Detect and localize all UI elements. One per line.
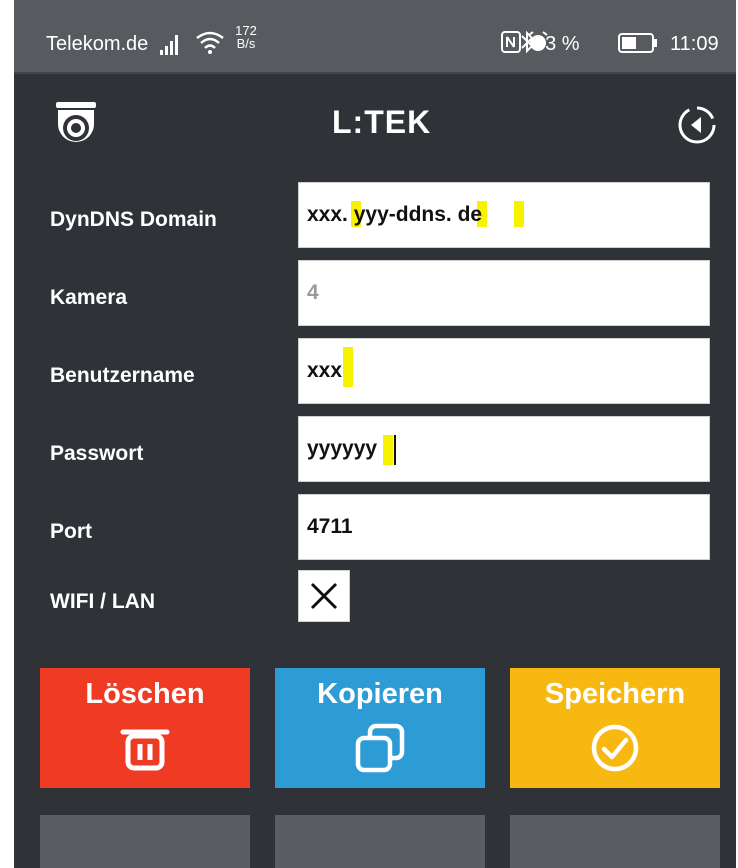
passwort-value: yyyyyy — [307, 437, 378, 460]
signal-icon — [160, 35, 178, 55]
bluetooth-icon — [521, 30, 534, 54]
text-cursor — [394, 435, 396, 465]
dyndns-domain-input[interactable]: xxx. yyy-ddns. de — [298, 182, 710, 248]
highlight-mark — [514, 201, 524, 227]
benutzername-label: Benutzername — [50, 364, 195, 387]
kopieren-button[interactable]: Kopieren — [275, 668, 485, 788]
speed-unit: B/s — [236, 36, 256, 51]
dyndns-domain-value: xxx. yyy-ddns. de — [307, 203, 483, 226]
port-input[interactable]: 4711 — [298, 494, 710, 560]
loeschen-button[interactable]: Löschen — [40, 668, 250, 788]
battery-icon — [618, 33, 657, 53]
bottom-button-2[interactable] — [275, 815, 485, 868]
copy-icon — [355, 723, 405, 773]
speichern-label: Speichern — [544, 678, 686, 710]
phone-screen: Telekom.de 172 B/s 43 % 11:09 L:TEK DynD… — [14, 0, 736, 868]
loeschen-label: Löschen — [85, 678, 205, 710]
status-bar: Telekom.de 172 B/s 43 % 11:09 — [14, 0, 736, 74]
camera-icon[interactable] — [50, 100, 102, 152]
kamera-label: Kamera — [50, 286, 128, 309]
check-circle-icon — [591, 724, 639, 772]
kamera-value: 4 — [307, 281, 319, 304]
dyndns-domain-label: DynDNS Domain — [50, 208, 217, 231]
wifi-lan-checkbox[interactable] — [298, 570, 350, 622]
wifi-icon — [196, 31, 224, 54]
checked-x-icon — [310, 582, 338, 610]
port-value: 4711 — [307, 515, 353, 538]
bottom-button-1[interactable] — [40, 815, 250, 868]
battery-percent: 43 % — [534, 33, 580, 55]
trash-icon — [120, 729, 170, 771]
passwort-input[interactable]: yyyyyy — [298, 416, 710, 482]
speichern-button[interactable]: Speichern — [510, 668, 720, 788]
highlight-mark — [383, 435, 393, 465]
back-icon[interactable] — [676, 104, 718, 146]
highlight-mark — [343, 347, 353, 387]
kopieren-label: Kopieren — [317, 678, 443, 710]
wifi-lan-label: WIFI / LAN — [50, 590, 155, 613]
app-logo: L:TEK — [332, 104, 432, 140]
bottom-button-3[interactable] — [510, 815, 720, 868]
carrier-name: Telekom.de — [46, 33, 149, 55]
port-label: Port — [50, 520, 92, 543]
benutzername-input[interactable]: xxx — [298, 338, 710, 404]
kamera-input[interactable]: 4 — [298, 260, 710, 326]
nfc-icon — [501, 31, 521, 53]
passwort-label: Passwort — [50, 442, 144, 465]
benutzername-value: xxx — [307, 359, 343, 382]
network-speed: 172 B/s — [232, 24, 260, 50]
clock: 11:09 — [670, 33, 719, 55]
